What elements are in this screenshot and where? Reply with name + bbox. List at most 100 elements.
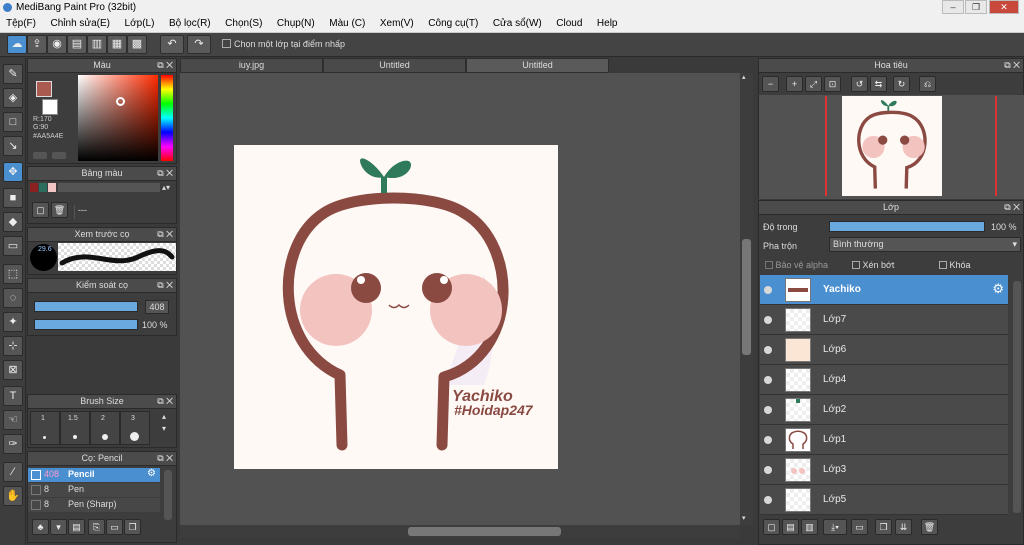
- minimize-button[interactable]: –: [942, 0, 964, 14]
- brush-size-option[interactable]: 3: [120, 411, 150, 445]
- menu-select[interactable]: Chọn(S): [219, 16, 268, 29]
- alpha-protect-checkbox[interactable]: Bảo vệ alpha: [765, 260, 828, 270]
- brush-item[interactable]: 8 Pen (Sharp): [28, 498, 160, 512]
- dropper-tool-icon[interactable]: ✑: [3, 434, 23, 454]
- brush-size-option[interactable]: 2: [90, 411, 120, 445]
- layer-add-menu-icon[interactable]: ⤓▾: [823, 519, 847, 535]
- menu-layer[interactable]: Lớp(L): [119, 16, 161, 29]
- brush-list-scrollbar[interactable]: [164, 470, 172, 520]
- layer-opacity-slider[interactable]: [829, 221, 985, 232]
- layer-row[interactable]: Lớp4: [760, 365, 1008, 395]
- brush-size-option[interactable]: 1.5: [60, 411, 90, 445]
- folder-icon[interactable]: ▭: [106, 519, 123, 535]
- page-icon[interactable]: ▤: [67, 35, 87, 54]
- hand-tool-icon[interactable]: ✋: [3, 486, 23, 506]
- brush-item-selected[interactable]: 408 Pencil ⚙: [28, 468, 160, 482]
- zoom-in-icon[interactable]: +: [786, 76, 803, 92]
- delete-layer-icon[interactable]: 🗑: [921, 519, 938, 535]
- line-tool-icon[interactable]: ↘: [3, 136, 23, 156]
- menu-cloud[interactable]: Cloud: [550, 16, 588, 29]
- menu-snap[interactable]: Chụp(N): [271, 16, 321, 29]
- visibility-icon[interactable]: [764, 346, 772, 354]
- layout-icon[interactable]: ▦: [107, 35, 127, 54]
- new-halftone-layer-icon[interactable]: ▤: [782, 519, 799, 535]
- visibility-icon[interactable]: [764, 496, 772, 504]
- move-tool-icon[interactable]: ✥: [3, 162, 23, 182]
- menu-view[interactable]: Xem(V): [374, 16, 420, 29]
- visibility-icon[interactable]: [764, 406, 772, 414]
- operation-tool-icon[interactable]: ☜: [3, 410, 23, 430]
- checkbox-icon[interactable]: [765, 261, 773, 269]
- layer-row[interactable]: Lớp3: [760, 455, 1008, 485]
- layer-row[interactable]: Yachiko ⚙: [760, 275, 1008, 305]
- auto-select-checkbox[interactable]: Chọn một lớp tại điểm nhấp: [222, 39, 345, 49]
- add-brush-icon[interactable]: ♣: [32, 519, 49, 535]
- magic-wand-icon[interactable]: ✦: [3, 312, 23, 332]
- brush-import-icon[interactable]: ⎘: [88, 519, 105, 535]
- color-option-button[interactable]: [33, 152, 47, 159]
- select-eraser-icon[interactable]: ⊠: [3, 360, 23, 380]
- panel-controls-icon[interactable]: ⧉ ✕: [157, 59, 173, 72]
- brush-menu-icon[interactable]: ▾: [50, 519, 67, 535]
- new-layer-icon[interactable]: ▢: [763, 519, 780, 535]
- tab-untitled-1[interactable]: Untitled: [323, 58, 466, 73]
- menu-help[interactable]: Help: [591, 16, 624, 29]
- document-icon[interactable]: ▥: [87, 35, 107, 54]
- menu-window[interactable]: Cửa sổ(W): [487, 16, 548, 29]
- layer-row[interactable]: Lớp7: [760, 305, 1008, 335]
- text-tool-icon[interactable]: T: [3, 386, 23, 406]
- visibility-icon[interactable]: [764, 286, 772, 294]
- reset-view-icon[interactable]: ⎌: [919, 76, 936, 92]
- document-canvas[interactable]: Yachiko #Hoidap247: [234, 145, 558, 469]
- cloud-icon[interactable]: ☁: [7, 35, 27, 54]
- brush-size-slider[interactable]: [34, 301, 138, 312]
- tab-untitled-2[interactable]: Untitled: [466, 58, 609, 73]
- visibility-icon[interactable]: [764, 376, 772, 384]
- tab-iuy[interactable]: iuy.jpg: [180, 58, 323, 73]
- brush-size-input[interactable]: 408: [145, 300, 169, 314]
- duplicate-icon[interactable]: ❐: [124, 519, 141, 535]
- scroll-up-icon[interactable]: ▴: [742, 73, 746, 81]
- saturation-value-picker[interactable]: [78, 75, 158, 161]
- fill-tool-icon[interactable]: ◆: [3, 212, 23, 232]
- layer-list-scrollbar[interactable]: [1013, 281, 1021, 513]
- lock-checkbox[interactable]: Khóa: [939, 260, 971, 270]
- menu-file[interactable]: Tệp(F): [0, 16, 42, 29]
- layer-row[interactable]: Lớp2: [760, 395, 1008, 425]
- shape-tool-icon[interactable]: ■: [3, 188, 23, 208]
- flip-icon[interactable]: ⇆: [870, 76, 887, 92]
- brush-item[interactable]: 8 Pen: [28, 483, 160, 497]
- color-swap-button[interactable]: [52, 152, 66, 159]
- layer-row[interactable]: Lớp5: [760, 485, 1008, 515]
- dot-tool-icon[interactable]: □: [3, 112, 23, 132]
- canvas-horizontal-scrollbar[interactable]: [180, 525, 740, 538]
- comment-icon[interactable]: ◉: [47, 35, 67, 54]
- gradient-tool-icon[interactable]: ▭: [3, 236, 23, 256]
- secondary-color-swatch[interactable]: [42, 99, 58, 115]
- checkbox-icon[interactable]: [852, 261, 860, 269]
- palette-swatch[interactable]: [39, 183, 47, 192]
- eyedropper-icon[interactable]: ⁄: [3, 462, 23, 482]
- brush-copy-icon[interactable]: ▤: [68, 519, 85, 535]
- undo-icon[interactable]: ↶: [160, 35, 184, 54]
- menu-tools[interactable]: Công cụ(T): [422, 16, 484, 29]
- menu-filter[interactable]: Bộ lọc(R): [163, 16, 217, 29]
- restore-button[interactable]: ❐: [965, 0, 987, 14]
- canvas-vertical-scrollbar[interactable]: ▴ ▾: [740, 73, 753, 525]
- rotate-left-icon[interactable]: ↺: [851, 76, 868, 92]
- panel-controls-icon[interactable]: ⧉ ✕: [157, 395, 173, 408]
- scroll-down-icon[interactable]: ▾: [742, 514, 746, 522]
- menu-color[interactable]: Màu (C): [323, 16, 371, 29]
- share-icon[interactable]: ⇪: [27, 35, 47, 54]
- select-rect-icon[interactable]: ⬚: [3, 264, 23, 284]
- close-button[interactable]: ✕: [989, 0, 1019, 14]
- eraser-tool-icon[interactable]: ◈: [3, 88, 23, 108]
- layer-row[interactable]: Lớp1: [760, 425, 1008, 455]
- palette-list[interactable]: ---: [74, 205, 174, 219]
- primary-color-swatch[interactable]: [36, 81, 52, 97]
- delete-palette-icon[interactable]: 🗑: [51, 202, 68, 218]
- redo-icon[interactable]: ↷: [187, 35, 211, 54]
- navigator-preview[interactable]: [759, 95, 1024, 199]
- gear-icon[interactable]: ⚙: [147, 468, 156, 479]
- brush-size-option[interactable]: 1: [30, 411, 60, 445]
